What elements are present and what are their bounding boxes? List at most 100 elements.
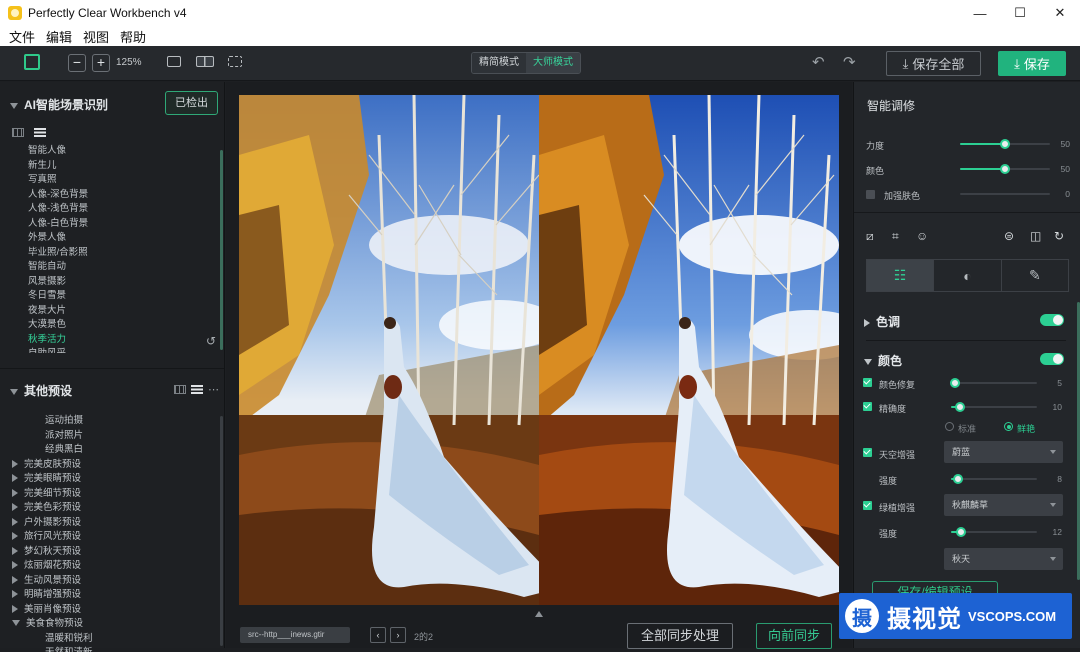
grid-view-icon[interactable]: [12, 128, 24, 137]
color-fix-slider[interactable]: [950, 378, 1037, 388]
adjust-tab[interactable]: ☷: [867, 260, 935, 291]
slider-knob[interactable]: [956, 527, 967, 537]
scene-item[interactable]: 人像-浅色背景: [28, 202, 88, 217]
green-checkbox[interactable]: [863, 501, 872, 510]
preset-group[interactable]: 明睛增强预设: [12, 588, 93, 603]
scene-item[interactable]: 智能自动: [28, 260, 88, 275]
scene-item[interactable]: 自助风采: [28, 347, 88, 353]
sync-all-button[interactable]: 全部同步处理: [627, 623, 733, 649]
scene-item[interactable]: 夜景大片: [28, 304, 88, 319]
presets-section-title[interactable]: 其他预设: [10, 382, 72, 399]
palette-tab[interactable]: ✎: [1002, 260, 1068, 291]
slider-knob[interactable]: [1000, 164, 1010, 174]
color-slider[interactable]: [960, 164, 1050, 174]
filmstrip-toggle-icon[interactable]: [535, 611, 543, 617]
zoom-in-button[interactable]: +: [92, 54, 110, 72]
master-mode-tab[interactable]: 大师模式: [526, 53, 580, 73]
slider-knob[interactable]: [954, 402, 965, 412]
single-view-icon[interactable]: [167, 56, 181, 67]
crop-view-icon[interactable]: [228, 56, 242, 67]
redo-icon[interactable]: ↷: [843, 53, 856, 71]
menu-file[interactable]: 文件: [9, 27, 35, 46]
scene-item[interactable]: 外景人像: [28, 231, 88, 246]
scene-scrollbar[interactable]: [220, 150, 223, 350]
tone-group-header[interactable]: 色调: [864, 313, 900, 330]
scene-item[interactable]: 人像-深色背景: [28, 188, 88, 203]
scene-item[interactable]: 毕业照/合影照: [28, 246, 88, 261]
preset-group[interactable]: 完美细节预设: [12, 487, 93, 502]
preset-subitem[interactable]: 经典黑白: [12, 443, 93, 458]
preset-group[interactable]: 美食食物预设: [12, 617, 93, 632]
color-group-header[interactable]: 颜色: [864, 352, 902, 369]
reset-icon[interactable]: ↺: [206, 334, 216, 348]
menu-help[interactable]: 帮助: [120, 27, 146, 46]
color-toggle[interactable]: [1040, 353, 1064, 365]
scene-item[interactable]: 大漠景色: [28, 318, 88, 333]
detected-button[interactable]: 已检出: [165, 91, 218, 115]
list-view-icon[interactable]: [34, 128, 46, 137]
sky-checkbox[interactable]: [863, 448, 872, 457]
preset-subitem[interactable]: 派对照片: [12, 429, 93, 444]
preset-child-item[interactable]: 温暖和锐利: [12, 632, 93, 647]
save-button[interactable]: ⤓ 保存: [998, 51, 1066, 76]
scene-item[interactable]: 秋季活力: [28, 333, 88, 348]
vibrance-slider[interactable]: [951, 402, 1037, 412]
preset-group[interactable]: 完美皮肤预设: [12, 458, 93, 473]
scene-item[interactable]: 人像-白色背景: [28, 217, 88, 232]
preset-group[interactable]: 梦幻秋天预设: [12, 545, 93, 560]
strength-slider[interactable]: [960, 139, 1050, 149]
preset-group[interactable]: 旅行风光预设: [12, 530, 93, 545]
flip-v-icon[interactable]: ⊜: [1004, 229, 1014, 243]
preset-group[interactable]: 完美色彩预设: [12, 501, 93, 516]
scene-section-title[interactable]: AI智能场景识别: [10, 96, 108, 113]
slider-knob[interactable]: [950, 378, 961, 388]
standard-radio[interactable]: [945, 422, 954, 431]
photo-comparison[interactable]: [239, 95, 839, 605]
scene-item[interactable]: 冬日雪景: [28, 289, 88, 304]
color-wheel-tab[interactable]: ◐: [934, 260, 1002, 291]
tone-toggle[interactable]: [1040, 314, 1064, 326]
source-file-select[interactable]: src--http___inews.gtir: [240, 627, 350, 643]
preset-group[interactable]: 户外摄影预设: [12, 516, 93, 531]
menu-edit[interactable]: 编辑: [46, 27, 72, 46]
menu-view[interactable]: 视图: [83, 27, 109, 46]
slider-knob[interactable]: [952, 474, 963, 484]
slider-knob[interactable]: [1000, 139, 1010, 149]
sky-strength-slider[interactable]: [951, 474, 1037, 484]
simple-mode-tab[interactable]: 精简模式: [472, 53, 526, 73]
scene-item[interactable]: 风景摄影: [28, 275, 88, 290]
maximize-button[interactable]: ☐: [1000, 0, 1040, 26]
compare-icon[interactable]: ◫: [1030, 229, 1041, 243]
preset-group[interactable]: 炫丽烟花预设: [12, 559, 93, 574]
fit-screen-icon[interactable]: [24, 54, 40, 70]
scene-item[interactable]: 新生儿: [28, 159, 88, 174]
zoom-out-button[interactable]: −: [68, 54, 86, 72]
prev-image-button[interactable]: ‹: [370, 627, 386, 643]
preset-group[interactable]: 完美眼睛预设: [12, 472, 93, 487]
save-all-button[interactable]: ⤓ 保存全部: [886, 51, 981, 76]
curve-icon[interactable]: ⧄: [866, 229, 874, 244]
vivid-radio[interactable]: [1004, 422, 1013, 431]
preset-scrollbar[interactable]: [220, 416, 223, 646]
preset-group[interactable]: 生动风景预设: [12, 574, 93, 589]
vibrance-checkbox[interactable]: [863, 402, 872, 411]
close-button[interactable]: ✕: [1040, 0, 1080, 26]
crop-icon[interactable]: ⌗: [892, 229, 899, 244]
list-view-icon[interactable]: [191, 385, 203, 394]
rotate-icon[interactable]: ↻: [1054, 229, 1064, 243]
undo-icon[interactable]: ↶: [812, 53, 825, 71]
sync-forward-button[interactable]: 向前同步: [756, 623, 832, 649]
split-view-icon[interactable]: [196, 56, 214, 67]
preset-child-item[interactable]: 天然和清新: [12, 646, 93, 652]
color-fix-checkbox[interactable]: [863, 378, 872, 387]
next-image-button[interactable]: ›: [390, 627, 406, 643]
skin-tone-slider[interactable]: [960, 193, 1050, 195]
face-icon[interactable]: ☺: [916, 229, 928, 243]
minimize-button[interactable]: —: [960, 0, 1000, 26]
preset-group[interactable]: 美丽肖像预设: [12, 603, 93, 618]
scene-item[interactable]: 写真照: [28, 173, 88, 188]
preset-subitem[interactable]: 运动拍摄: [12, 414, 93, 429]
green-strength-slider[interactable]: [951, 527, 1037, 537]
scene-item[interactable]: 智能人像: [28, 144, 88, 159]
grid-view-icon[interactable]: [174, 385, 186, 394]
